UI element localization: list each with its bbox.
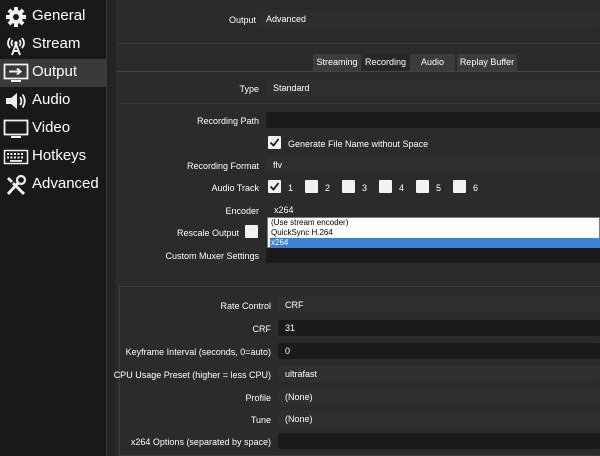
recording-format-select[interactable]: flv bbox=[266, 157, 600, 173]
encoder-dropdown-list: (Use stream encoder) QuickSync H.264 x26… bbox=[267, 217, 600, 248]
rescale-output-label: Rescale Output bbox=[176, 228, 239, 238]
tab-underline bbox=[116, 71, 600, 72]
recording-path-label: Recording Path bbox=[196, 116, 259, 126]
generate-filename-label: Generate File Name without Space bbox=[288, 139, 429, 149]
type-label: Type bbox=[239, 84, 259, 94]
audio-track-6-label: 6 bbox=[473, 183, 479, 193]
encoder-select[interactable]: x264 bbox=[266, 203, 600, 217]
encoder-option-selected[interactable]: x264 bbox=[270, 238, 600, 248]
custom-muxer-label: Custom Muxer Settings bbox=[165, 251, 259, 261]
audio-track-5-label: 5 bbox=[436, 183, 442, 193]
settings-sidebar: General Stream Output Audio Video Hotkey… bbox=[0, 0, 107, 456]
audio-track-1-checkbox[interactable] bbox=[268, 180, 281, 193]
sidebar-item-label: Advanced bbox=[32, 175, 99, 192]
cpu-preset-label: CPU Usage Preset (higher = less CPU) bbox=[113, 370, 271, 380]
tab-recording[interactable]: Recording bbox=[362, 54, 409, 71]
wrench-screwdriver-icon bbox=[3, 174, 29, 196]
monitor-arrow-icon bbox=[3, 62, 29, 84]
rescale-output-checkbox[interactable] bbox=[245, 225, 258, 238]
generate-filename-checkbox[interactable] bbox=[268, 136, 281, 149]
tab-streaming[interactable]: Streaming bbox=[313, 54, 361, 71]
audio-track-4-label: 4 bbox=[399, 183, 405, 193]
audio-track-3-label: 3 bbox=[362, 183, 368, 193]
sidebar-item-output[interactable]: Output bbox=[0, 59, 106, 87]
cpu-preset-select[interactable]: ultrafast bbox=[278, 366, 600, 382]
recording-path-field[interactable] bbox=[266, 112, 600, 128]
rate-control-select[interactable]: CRF bbox=[278, 297, 600, 313]
speaker-icon bbox=[3, 90, 29, 112]
broadcast-antenna-icon bbox=[3, 34, 29, 56]
monitor-icon bbox=[3, 118, 29, 140]
encoder-label: Encoder bbox=[225, 206, 259, 216]
sidebar-item-hotkeys[interactable]: Hotkeys bbox=[0, 143, 106, 171]
keyframe-interval-label: Keyframe Interval (seconds, 0=auto) bbox=[125, 347, 271, 357]
sidebar-item-general[interactable]: General bbox=[0, 3, 106, 31]
keyboard-icon bbox=[3, 146, 29, 168]
tune-select[interactable]: (None) bbox=[278, 411, 600, 427]
audio-track-5-checkbox[interactable] bbox=[416, 180, 429, 193]
crf-label: CRF bbox=[252, 324, 272, 334]
audio-track-label: Audio Track bbox=[211, 183, 259, 193]
recording-format-label: Recording Format bbox=[186, 161, 259, 171]
sidebar-item-label: General bbox=[32, 7, 86, 24]
type-select[interactable]: Standard bbox=[266, 80, 600, 96]
audio-track-1-label: 1 bbox=[288, 183, 294, 193]
tab-replay-buffer[interactable]: Replay Buffer bbox=[457, 54, 517, 71]
sidebar-splitter bbox=[107, 0, 116, 456]
x264-options-field[interactable] bbox=[278, 433, 600, 449]
audio-track-4-checkbox[interactable] bbox=[379, 180, 392, 193]
audio-track-2-checkbox[interactable] bbox=[305, 180, 318, 193]
encoder-option[interactable]: (Use stream encoder) bbox=[270, 218, 600, 228]
audio-track-3-checkbox[interactable] bbox=[342, 180, 355, 193]
tab-audio[interactable]: Audio bbox=[410, 54, 455, 71]
custom-muxer-field[interactable] bbox=[266, 248, 600, 263]
sidebar-item-label: Stream bbox=[32, 35, 81, 52]
crf-field[interactable]: 31 bbox=[278, 320, 600, 336]
tune-label: Tune bbox=[250, 415, 271, 425]
rate-control-label: Rate Control bbox=[220, 301, 271, 311]
sidebar-item-label: Video bbox=[32, 119, 71, 136]
sidebar-item-label: Hotkeys bbox=[32, 147, 87, 164]
output-mode-select[interactable]: Advanced bbox=[259, 11, 600, 27]
sidebar-item-label: Output bbox=[32, 63, 78, 80]
divider bbox=[120, 103, 600, 104]
encoder-option[interactable]: QuickSync H.264 bbox=[270, 228, 600, 238]
gear-icon bbox=[3, 6, 29, 28]
sidebar-item-video[interactable]: Video bbox=[0, 115, 106, 143]
sidebar-item-label: Audio bbox=[32, 91, 71, 108]
divider bbox=[116, 43, 600, 44]
audio-track-6-checkbox[interactable] bbox=[453, 180, 466, 193]
sidebar-item-stream[interactable]: Stream bbox=[0, 31, 106, 59]
keyframe-interval-field[interactable]: 0 bbox=[278, 343, 600, 359]
audio-track-2-label: 2 bbox=[325, 183, 331, 193]
sidebar-item-audio[interactable]: Audio bbox=[0, 87, 106, 115]
sidebar-item-advanced[interactable]: Advanced bbox=[0, 171, 106, 199]
x264-options-label: x264 Options (separated by space) bbox=[130, 437, 271, 447]
profile-label: Profile bbox=[245, 393, 271, 403]
profile-select[interactable]: (None) bbox=[278, 389, 600, 405]
